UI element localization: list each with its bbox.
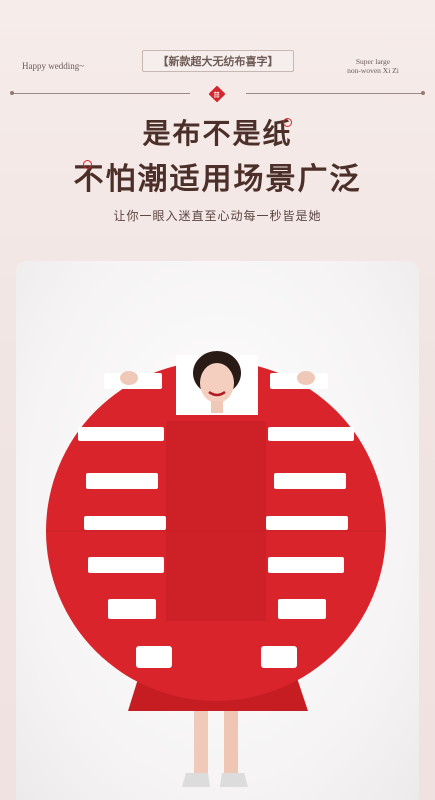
- hand-right: [297, 371, 315, 385]
- right-tag-line1: Super large: [355, 57, 391, 66]
- shoe: [182, 773, 210, 787]
- product-pill-label: 【新款超大无纺布喜字】: [142, 50, 294, 72]
- right-tag: Super large non-woven Xi Zi: [333, 57, 413, 75]
- face: [200, 363, 234, 403]
- ring-icon: [83, 160, 92, 169]
- headline-line2: 不怕潮适用场景广泛: [73, 162, 362, 197]
- header: Happy wedding~ 【新款超大无纺布喜字】 Super large n…: [0, 0, 435, 110]
- divider-right: [246, 93, 423, 94]
- shoe: [220, 773, 248, 787]
- product-photo: [16, 261, 419, 800]
- dress-bodice: [166, 421, 266, 621]
- headline-line1: 是布不是纸: [142, 117, 293, 150]
- left-tag: Happy wedding~: [22, 61, 85, 71]
- ring-icon: [283, 118, 292, 127]
- divider-left: [12, 93, 190, 94]
- neck: [211, 401, 223, 413]
- divider-dot-left: [10, 91, 14, 95]
- seal-icon: 囍: [208, 85, 226, 103]
- hand-left: [120, 371, 138, 385]
- divider-dot-right: [421, 91, 425, 95]
- right-tag-line2: non-woven Xi Zi: [347, 66, 399, 75]
- subtitle: 让你一眼入迷直至心动每一秒皆是她: [113, 209, 322, 223]
- woman-holding-xi-character-icon: [46, 351, 386, 787]
